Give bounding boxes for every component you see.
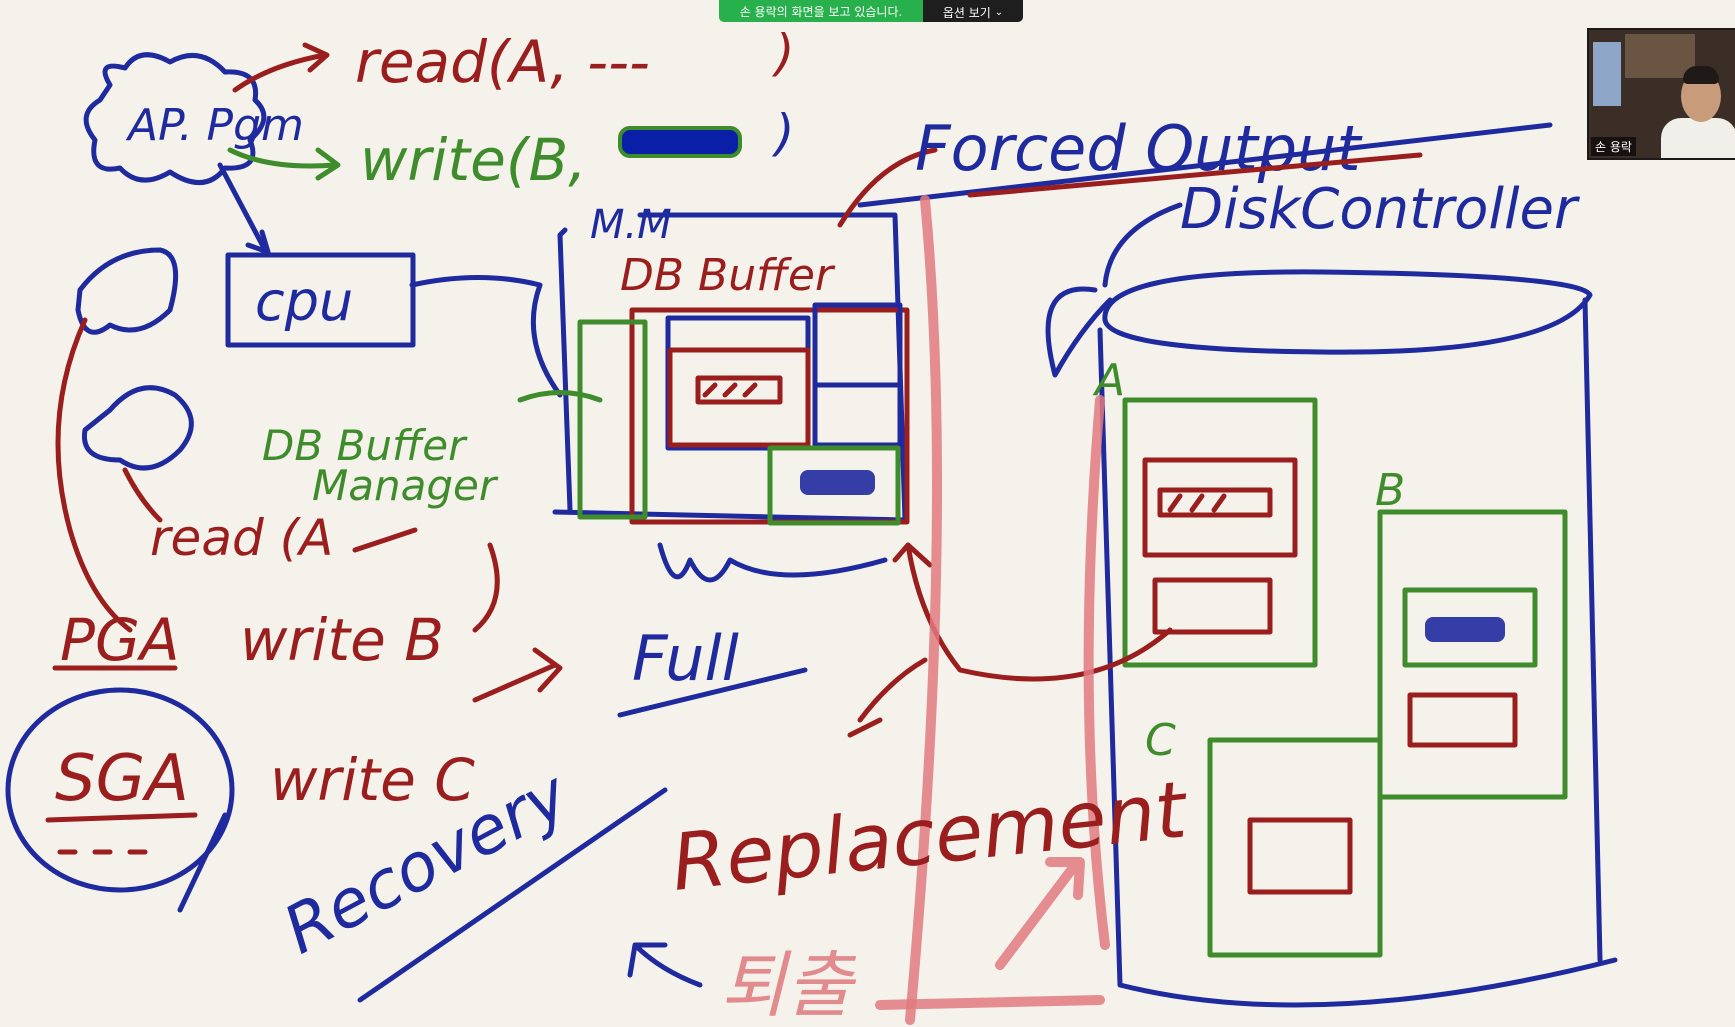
full-squiggle bbox=[657, 542, 888, 583]
buffer-green-slot bbox=[577, 319, 648, 520]
arrow-ap-cpu bbox=[217, 162, 268, 253]
buffer-record-hatch bbox=[702, 382, 758, 398]
participant-hair bbox=[1683, 66, 1719, 84]
read-a-second-dash bbox=[352, 527, 418, 553]
process-bubble-1 bbox=[75, 247, 179, 335]
replacement-arrow bbox=[905, 542, 1173, 682]
sga-tail bbox=[177, 812, 228, 913]
korean-note: 퇴출 bbox=[720, 943, 857, 1027]
buffer-page-2 bbox=[812, 302, 903, 388]
controller-arrow bbox=[1102, 202, 1183, 288]
disk-b-record bbox=[1425, 617, 1505, 642]
db-buffer-manager-line2: Manager bbox=[312, 461, 499, 510]
write-c-arrow bbox=[472, 647, 563, 703]
disk-a-page-2 bbox=[1152, 577, 1273, 635]
disk-b-page-2 bbox=[1407, 692, 1518, 748]
disk-c-label: C bbox=[1145, 715, 1176, 766]
disk-c-page bbox=[1247, 817, 1353, 895]
screen-share-bar: 손 용락의 화면을 보고 있습니다. 옵션 보기 ⌄ bbox=[719, 0, 1023, 22]
pink-underline bbox=[875, 995, 1105, 1010]
write-b-second-tail bbox=[472, 542, 500, 633]
cpu-label: cpu bbox=[255, 270, 353, 333]
whiteboard-canvas: AP. Pgm read(A, --- ) write(B, ) cpu M.M… bbox=[5, 24, 1618, 1027]
disk-controller-label: DiskController bbox=[1180, 177, 1580, 242]
disk-cylinder bbox=[1045, 269, 1618, 1008]
write-b-close-paren: ) bbox=[771, 104, 795, 162]
participant-body bbox=[1661, 118, 1735, 158]
view-options-button[interactable]: 옵션 보기 ⌄ bbox=[923, 0, 1023, 22]
cpu-mm-link bbox=[409, 275, 563, 398]
recovery-arrow bbox=[627, 942, 703, 988]
buffer-page-1 bbox=[665, 315, 811, 451]
process-bubble-2 bbox=[81, 385, 194, 471]
buffer-blue-record bbox=[800, 470, 875, 495]
ap-pgm-label: AP. Pgm bbox=[125, 100, 304, 151]
pga-label: PGA bbox=[60, 606, 180, 674]
participant-video-tile[interactable]: 손 용락 bbox=[1587, 28, 1735, 160]
write-b-second: write B bbox=[240, 606, 444, 674]
disk-a-record-hatch bbox=[1167, 493, 1227, 513]
read-a-close-paren: ) bbox=[771, 24, 795, 82]
arrow-read bbox=[232, 52, 328, 93]
sga-label: SGA bbox=[55, 742, 189, 816]
participant-name-label: 손 용락 bbox=[1591, 137, 1636, 156]
mm-label: M.M bbox=[590, 202, 672, 248]
replacement-arrow-tail bbox=[847, 657, 928, 738]
full-label: Full bbox=[632, 622, 739, 695]
video-window-backdrop bbox=[1593, 42, 1621, 106]
disk-block-c bbox=[1207, 737, 1383, 958]
pga-link-1 bbox=[55, 317, 133, 633]
read-a-call: read(A, --- bbox=[355, 28, 650, 96]
chevron-down-icon: ⌄ bbox=[994, 7, 1004, 18]
buffer-page-3 bbox=[812, 382, 903, 448]
screen-share-status: 손 용락의 화면을 보고 있습니다. bbox=[719, 0, 923, 22]
view-options-label: 옵션 보기 bbox=[942, 6, 991, 20]
disk-b-label: B bbox=[1375, 465, 1405, 516]
write-b-data-block bbox=[618, 126, 742, 158]
db-buffer-label: DB Buffer bbox=[620, 250, 836, 301]
write-b-call: write(B, bbox=[360, 126, 587, 194]
read-a-second: read (A bbox=[150, 509, 333, 567]
buffer-page-red bbox=[667, 347, 811, 448]
pink-arrow bbox=[995, 857, 1085, 970]
write-c: write C bbox=[270, 746, 475, 814]
sga-underline bbox=[45, 812, 198, 855]
